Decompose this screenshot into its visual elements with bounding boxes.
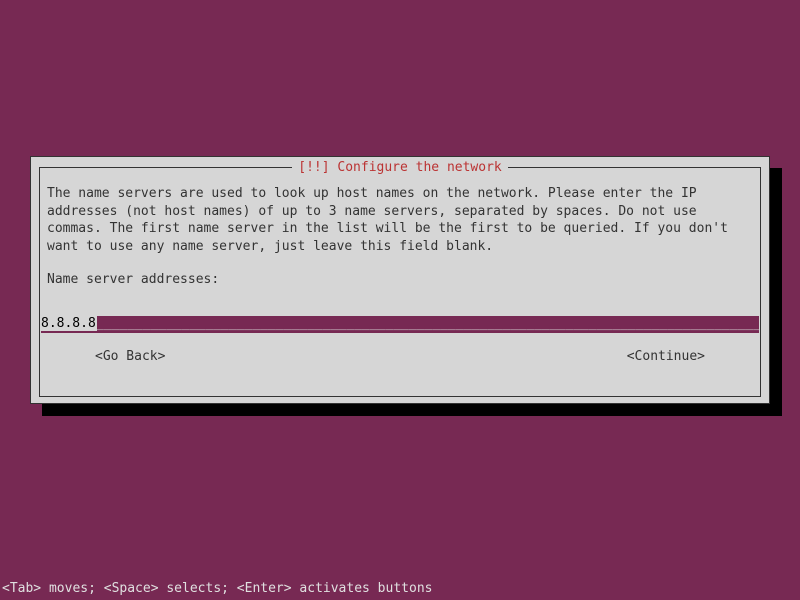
keyboard-hints: <Tab> moves; <Space> selects; <Enter> ac…: [2, 581, 432, 596]
nameserver-prompt: Name server addresses:: [47, 271, 753, 289]
dialog-title: [!!] Configure the network: [292, 160, 508, 175]
network-config-dialog: [!!] Configure the network The name serv…: [30, 156, 770, 404]
continue-button[interactable]: <Continue>: [627, 349, 705, 364]
nameserver-input[interactable]: ________________________________________…: [41, 316, 759, 333]
dialog-description: The name servers are used to look up hos…: [47, 185, 753, 255]
go-back-button[interactable]: <Go Back>: [95, 349, 165, 364]
input-fill: ________________________________________…: [41, 316, 759, 333]
nameserver-input-value: 8.8.8.8: [41, 316, 97, 331]
